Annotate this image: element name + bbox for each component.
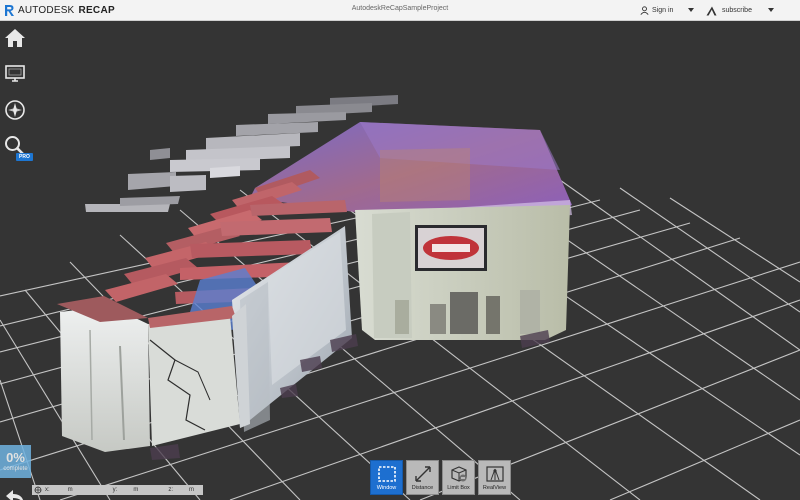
distance-measure-icon: [414, 466, 431, 482]
monitor-icon: [5, 65, 25, 82]
window-select-tool[interactable]: Window: [370, 460, 403, 495]
progress-indicator: 0% complete: [0, 445, 31, 478]
subscribe-label: subscribe: [722, 7, 752, 14]
sign-in-button[interactable]: Sign in: [640, 4, 673, 17]
pro-badge: PRO: [16, 153, 33, 161]
navigation-wheel-icon: [5, 100, 25, 120]
limit-box-icon: [450, 466, 467, 482]
user-icon: [640, 6, 649, 15]
home-button[interactable]: [2, 25, 28, 51]
x-label: x:: [45, 487, 50, 493]
y-unit: m: [133, 487, 139, 493]
building-front: [355, 205, 570, 340]
back-arrow-icon: [6, 490, 24, 500]
coordinate-readout: x: m y: m z: m: [32, 485, 203, 495]
building-end-wall: [57, 296, 250, 452]
point-cloud-viewport[interactable]: PRO 0% complete: [0, 21, 800, 500]
building-side-wall: [232, 226, 352, 432]
back-button[interactable]: [3, 488, 27, 500]
z-unit: m: [189, 487, 195, 493]
sign-in-dropdown-icon[interactable]: [688, 8, 694, 12]
y-label: y:: [112, 487, 118, 493]
window-select-label: Window: [376, 485, 397, 491]
progress-value: 0%: [6, 450, 25, 465]
realview-tool[interactable]: RealView: [478, 460, 511, 495]
subscribe-button[interactable]: subscribe: [706, 4, 752, 17]
navigation-button[interactable]: [2, 97, 28, 123]
title-bar: AUTODESK RECAP AutodeskReCapSampleProjec…: [0, 0, 800, 21]
autodesk-a-icon: [706, 6, 717, 15]
distance-tool[interactable]: Distance: [406, 460, 439, 495]
limit-box-tool[interactable]: Limit Box: [442, 460, 475, 495]
realview-label: RealView: [482, 485, 507, 491]
progress-label: complete: [3, 466, 28, 472]
brand-prefix: AUTODESK: [18, 5, 75, 16]
subscribe-dropdown-icon[interactable]: [768, 8, 774, 12]
home-icon: [5, 29, 25, 47]
realview-icon: [485, 466, 504, 482]
window-select-icon: [377, 466, 396, 482]
limit-box-label: Limit Box: [447, 485, 470, 491]
app-brand: AUTODESK RECAP: [4, 3, 115, 18]
brand-product: RECAP: [78, 5, 115, 16]
view-button[interactable]: [2, 61, 28, 87]
distance-label: Distance: [411, 485, 434, 491]
recap-logo-icon: [5, 5, 14, 16]
window-title: AutodeskReCapSampleProject: [351, 5, 449, 12]
crosshair-icon: [34, 486, 42, 494]
z-label: z:: [168, 487, 174, 493]
sign-in-label: Sign in: [652, 7, 674, 14]
x-unit: m: [67, 487, 73, 493]
point-cloud-scene[interactable]: [0, 21, 800, 500]
measure-toolbar: Window Distance Limit Box RealView: [370, 460, 511, 495]
